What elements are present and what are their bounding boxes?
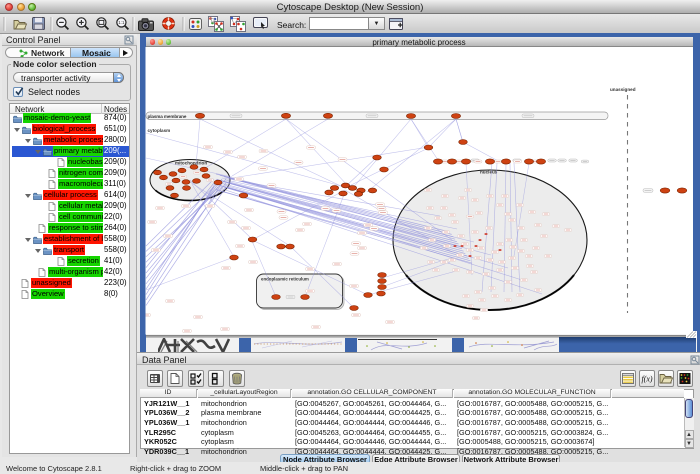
svg-text:plasma membrane: plasma membrane — [148, 114, 187, 119]
svg-text:cytoplasm: cytoplasm — [148, 128, 171, 133]
svg-text:nucleus: nucleus — [480, 170, 498, 175]
svg-text:mitochondrion: mitochondrion — [175, 161, 207, 166]
svg-text:unassigned: unassigned — [610, 87, 636, 92]
